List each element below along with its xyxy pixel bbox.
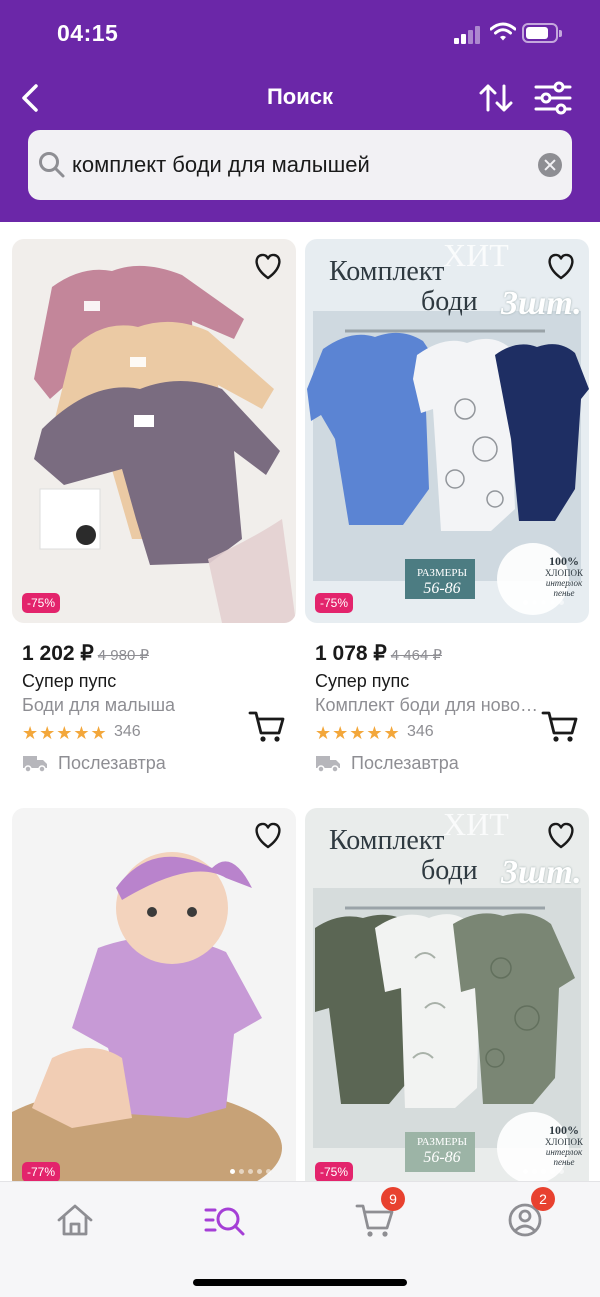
promo-sizes: РАЗМЕРЫ 56-86 [409,565,475,597]
add-to-cart-button[interactable] [248,709,286,743]
favorite-button[interactable] [252,251,284,281]
promo-sizes-label: РАЗМЕРЫ [416,567,468,579]
price: 1 202 ₽ [22,642,94,665]
delivery-text: Послезавтра [58,753,166,773]
old-price: 4 980 ₽ [97,647,149,664]
profile-badge: 2 [531,1187,555,1211]
search-input[interactable]: комплект боди для малышей [72,152,370,178]
favorite-button[interactable] [545,251,577,281]
favorite-button[interactable] [545,820,577,850]
discount-badge: -75% [315,593,354,613]
home-indicator [193,1279,407,1286]
promo-hit: ХИТ [443,808,509,842]
search-bar[interactable]: комплект боди для малышей [28,130,572,200]
search-catalog-icon[interactable] [203,1200,247,1240]
cart-badge: 9 [381,1187,405,1211]
brand-name: Супер пупс [22,671,117,691]
battery-icon [522,23,562,43]
truck-icon [23,756,47,773]
cart-nav-item[interactable]: 9 [353,1187,405,1240]
promo-cotton-percent: 100% [549,1123,579,1137]
rating-stars: ★★★★★ [22,723,108,743]
price: 1 078 ₽ [315,642,387,665]
promo-cotton-line2: ХЛОПОК [544,568,584,578]
clear-icon[interactable] [538,153,562,177]
promo-cotton-line4: пенье [553,1157,575,1167]
product-name: Боди для малыша [22,695,176,715]
old-price: 4 464 ₽ [390,647,442,664]
image-pagination [523,600,573,606]
favorite-button[interactable] [252,820,284,850]
promo-cotton-percent: 100% [549,554,579,568]
truck-icon [316,756,340,773]
home-icon[interactable] [53,1200,97,1240]
promo-cotton-line2: ХЛОПОК [544,1137,584,1147]
add-to-cart-button[interactable] [541,709,579,743]
filter-button[interactable] [532,78,574,118]
promo-cotton-line4: пенье [553,588,575,598]
image-pagination [230,1169,280,1175]
product-image[interactable]: Комплект боди 3шт. ХИТ РАЗМЕРЫ 56-86 100… [305,808,589,1192]
rating-stars: ★★★★★ [315,723,401,743]
product-image[interactable]: -77% [12,808,296,1192]
promo-line2: боди [421,286,478,317]
profile-nav-item[interactable]: 2 [503,1187,555,1240]
product-name: Комплект боди для новорожденных [315,695,539,715]
search-icon [39,152,65,178]
review-count: 346 [407,723,434,740]
review-count: 346 [114,723,141,740]
discount-badge: -77% [22,1162,61,1182]
price-row: 1 202 ₽4 980 ₽ [22,641,149,666]
status-bar: 04:15 [0,0,600,66]
promo-line2: боди [421,855,478,886]
promo-sizes-value: 56-86 [423,580,461,597]
discount-badge: -75% [22,593,61,613]
delivery-text: Послезавтра [351,753,459,773]
promo-sizes: РАЗМЕРЫ 56-86 [409,1134,475,1166]
product-image[interactable]: -75% [12,239,296,623]
discount-badge: -75% [315,1162,354,1182]
promo-sizes-label: РАЗМЕРЫ [416,1136,468,1148]
promo-hit: ХИТ [443,239,509,273]
price-row: 1 078 ₽4 464 ₽ [315,641,442,666]
promo-sizes-value: 56-86 [423,1149,461,1166]
status-time: 04:15 [57,20,119,46]
app-header: 04:15 Поиск комплект боди для малышей [0,0,600,222]
promo-cotton-line3: интерлок [545,578,583,588]
sort-button[interactable] [476,78,516,118]
promo-count: 3шт. [501,285,582,322]
image-pagination [523,1169,573,1175]
promo-cotton-line3: интерлок [545,1147,583,1157]
top-bar: Поиск [0,72,600,122]
signal-icon [454,24,484,44]
promo-cotton: 100% ХЛОПОК интерлок пенье [541,1123,587,1168]
promo-count: 3шт. [501,854,582,891]
wifi-icon [490,22,516,41]
brand-name: Супер пупс [315,671,410,691]
product-image[interactable]: Комплект боди 3шт. ХИТ РАЗМЕРЫ 56-86 100… [305,239,589,623]
promo-cotton: 100% ХЛОПОК интерлок пенье [541,554,587,599]
